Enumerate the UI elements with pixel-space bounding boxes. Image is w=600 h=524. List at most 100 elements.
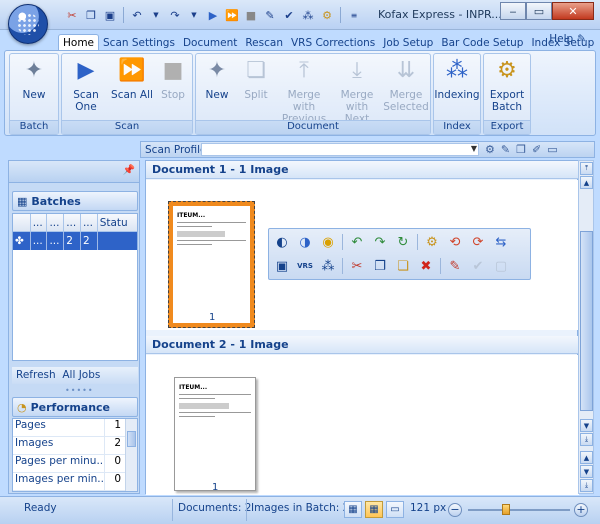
rotate-icon[interactable]: ↻ (394, 233, 412, 251)
vrs-icon[interactable]: ✔ (281, 7, 297, 23)
scroll-thumb[interactable] (127, 431, 136, 447)
minimize-button[interactable]: ‒ (500, 2, 526, 20)
merge-with-next-button[interactable]: ⤓ Merge with Next (332, 56, 382, 126)
zoom-out-button[interactable]: − (448, 503, 462, 517)
zoom-slider-knob[interactable] (501, 504, 510, 515)
new-batch-icon[interactable]: ✎ (262, 7, 278, 23)
scroll-up-button[interactable]: ▲ (580, 176, 593, 189)
fast-forward-icon[interactable]: ⏩ (224, 7, 240, 23)
merge-selected-button[interactable]: ⇊ Merge Selected (382, 56, 430, 114)
new-batch-button[interactable]: ✦ New (10, 56, 58, 102)
table-row[interactable]: ✤ ... ... 2 2 (13, 232, 137, 250)
play-icon[interactable]: ▶ (205, 7, 221, 23)
save-icon[interactable]: ▣ (273, 257, 291, 275)
tab-bar-code-setup[interactable]: Bar Code Setup (437, 35, 527, 51)
rotate-left-icon[interactable]: ⟲ (446, 233, 464, 251)
undo-icon[interactable]: ↶ (348, 233, 366, 251)
paste-icon[interactable]: ❏ (394, 257, 412, 275)
view-thumbnails-button[interactable]: ▦ (344, 501, 362, 518)
chevron-down-icon[interactable]: ▼ (148, 7, 164, 23)
help-menu[interactable]: Help (549, 33, 573, 45)
tab-rescan[interactable]: Rescan (241, 35, 287, 51)
new-document-button[interactable]: ✦ New (198, 56, 236, 102)
all-jobs-link[interactable]: All Jobs (62, 369, 100, 381)
barcode-icon[interactable]: ⁂ (300, 7, 316, 23)
copy-icon[interactable]: ❐ (83, 7, 99, 23)
black-white-icon[interactable]: ◐ (273, 233, 291, 251)
redo-icon[interactable]: ↷ (167, 7, 183, 23)
profile-copy-icon[interactable]: ❐ (516, 143, 526, 156)
save-icon[interactable]: ▣ (102, 7, 118, 23)
batches-header[interactable]: ▦ Batches (12, 191, 138, 211)
barcode-icon[interactable]: ⁂ (319, 257, 337, 275)
column-header[interactable] (13, 214, 31, 231)
pin-icon[interactable]: 📌 (123, 165, 135, 176)
vrs-icon[interactable]: VRS (296, 257, 314, 275)
tab-job-setup[interactable]: Job Setup (379, 35, 437, 51)
split-button[interactable]: ❏ Split (236, 56, 276, 102)
document-scrollbar[interactable]: ⤒ ▲ ▼ ⤓ ▲ ▼ ⤓ (578, 160, 594, 494)
color-icon[interactable]: ◉ (319, 233, 337, 251)
export-batch-button[interactable]: ⚙ Export Batch (484, 56, 530, 114)
merge-with-previous-button[interactable]: ⤒ Merge with Previous (276, 56, 332, 126)
zoom-slider[interactable] (468, 504, 570, 515)
column-header[interactable]: ... (31, 214, 48, 231)
scan-one-button[interactable]: ▶ Scan One (62, 56, 110, 114)
splitter-grip[interactable]: ••••• (65, 386, 94, 395)
view-grid-button[interactable]: ▦ (365, 501, 383, 518)
document-header[interactable]: Document 1 - 1 Image (146, 161, 579, 179)
stop-icon[interactable]: ■ (243, 7, 259, 23)
undo-icon[interactable]: ↶ (129, 7, 145, 23)
scissors-icon[interactable]: ✂ (348, 257, 366, 275)
page-thumbnail[interactable]: ITEUM... (174, 377, 256, 491)
help-icon[interactable]: ✎ (577, 33, 586, 45)
settings-icon[interactable]: ⚙ (423, 233, 441, 251)
column-header[interactable]: Statu (98, 214, 137, 231)
column-header[interactable]: ... (81, 214, 98, 231)
indexing-button[interactable]: ⁂ Indexing (434, 56, 480, 102)
scroll-top-button[interactable]: ⤒ (580, 162, 593, 175)
customize-qat-icon[interactable]: ≡ (346, 7, 362, 23)
close-button[interactable]: ✕ (552, 2, 594, 20)
redo-icon[interactable]: ↷ (371, 233, 389, 251)
refresh-link[interactable]: Refresh (16, 369, 56, 381)
tab-document[interactable]: Document (179, 35, 241, 51)
view-single-button[interactable]: ▭ (386, 501, 404, 518)
next-document-button[interactable]: ▼ (580, 465, 593, 478)
scan-profile-select[interactable]: ▼ (201, 143, 479, 156)
scroll-down-button[interactable]: ▼ (580, 419, 593, 432)
export-icon[interactable]: ⚙ (319, 7, 335, 23)
chevron-down-icon[interactable]: ▼ (186, 7, 202, 23)
flip-icon[interactable]: ⇆ (492, 233, 510, 251)
stop-button[interactable]: ■ Stop (154, 56, 192, 102)
zoom-in-button[interactable]: + (574, 503, 588, 517)
column-header[interactable]: ... (47, 214, 65, 231)
delete-icon[interactable]: ✖ (417, 257, 435, 275)
performance-header[interactable]: ◔ Performance (12, 397, 138, 417)
application-orb-button[interactable] (8, 4, 48, 44)
scroll-bottom-button[interactable]: ⤓ (580, 433, 593, 446)
performance-scrollbar[interactable] (125, 419, 137, 491)
tab-vrs-corrections[interactable]: VRS Corrections (287, 35, 379, 51)
profile-delete-icon[interactable]: ▭ (547, 143, 557, 156)
page-thumbnail-selected[interactable]: ITEUM... (168, 201, 255, 328)
grayscale-icon[interactable]: ◑ (296, 233, 314, 251)
approve-icon[interactable]: ✔ (469, 257, 487, 275)
profile-edit-icon[interactable]: ✐ (532, 143, 541, 156)
profile-save-icon[interactable]: ✎ (501, 143, 510, 156)
column-header[interactable]: ... (64, 214, 81, 231)
tab-home[interactable]: Home (58, 34, 100, 51)
previous-document-button[interactable]: ▲ (580, 451, 593, 464)
copy-icon[interactable]: ❐ (371, 257, 389, 275)
profile-settings-icon[interactable]: ⚙ (485, 143, 495, 156)
scroll-thumb[interactable] (580, 231, 593, 411)
document-header[interactable]: Document 2 - 1 Image (146, 336, 579, 354)
erase-icon[interactable]: ✎ (446, 257, 464, 275)
scan-all-button[interactable]: ⏩ Scan All (110, 56, 154, 102)
scissors-icon[interactable]: ✂ (64, 7, 80, 23)
maximize-button[interactable]: ▭ (526, 2, 552, 20)
chevron-down-icon[interactable]: ▼ (471, 144, 477, 153)
tab-scan-settings[interactable]: Scan Settings (99, 35, 179, 51)
clipboard-icon[interactable]: ▢ (492, 257, 510, 275)
last-document-button[interactable]: ⤓ (580, 479, 593, 492)
